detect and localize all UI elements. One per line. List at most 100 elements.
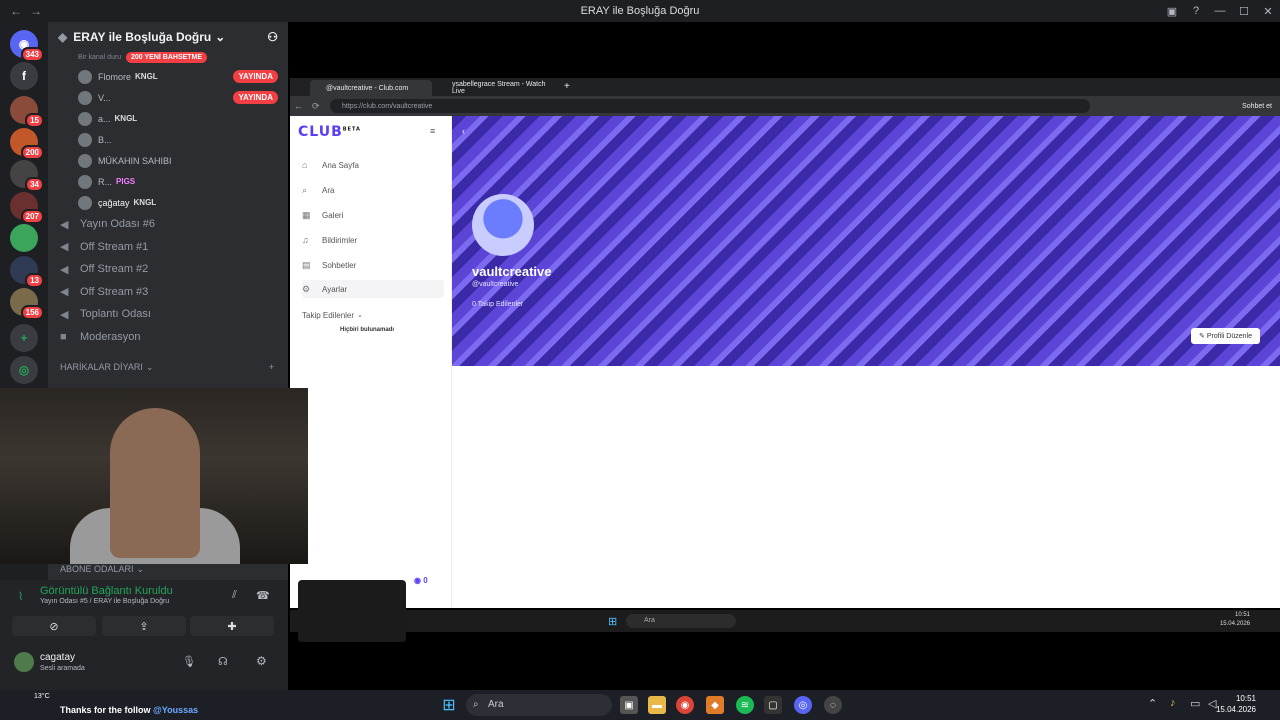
speaker-icon: ◀: [60, 286, 69, 299]
voice-location[interactable]: Yayın Odası #5 / ERAY ile Boşluğa Doğru: [40, 598, 169, 605]
locked-channel[interactable]: ■ Moderasyon: [48, 326, 288, 349]
edit-profile-button[interactable]: ✎ Profili Düzenle: [1191, 328, 1260, 344]
f-server-icon[interactable]: f: [10, 62, 38, 90]
server-icon[interactable]: 200: [10, 128, 44, 160]
app-icon[interactable]: ▢: [764, 696, 782, 714]
server-header[interactable]: ◆ ERAY ile Boşluğa Doğru ⌄ ⚇: [48, 22, 288, 52]
voice-user[interactable]: V... YAYINDA: [48, 87, 288, 108]
help-icon[interactable]: ?: [1184, 5, 1208, 17]
server-icon[interactable]: 34: [10, 160, 44, 192]
voice-user[interactable]: B...: [48, 129, 288, 150]
profile-following[interactable]: 0 Takip Edilenler: [472, 301, 523, 308]
mic-tray-icon[interactable]: ♪: [1170, 697, 1176, 709]
discord-icon[interactable]: ◎: [794, 696, 812, 714]
collapse-icon[interactable]: ‹: [462, 126, 465, 136]
voice-user[interactable]: R... PIGS: [48, 171, 288, 192]
camera-off-button[interactable]: ⊘: [12, 616, 96, 636]
headphones-icon[interactable]: ☊: [218, 655, 228, 668]
nav-gallery[interactable]: ▦ Galeri: [302, 206, 343, 224]
new-tab-icon[interactable]: +: [564, 81, 570, 92]
spotify-icon[interactable]: ≋: [736, 696, 754, 714]
clock-time[interactable]: 10:51: [1236, 694, 1256, 703]
minimize-button[interactable]: —: [1208, 5, 1232, 17]
task-view-icon[interactable]: ▣: [620, 696, 638, 714]
voice-user[interactable]: a... KNGL: [48, 108, 288, 129]
chrome-icon[interactable]: ◉: [676, 696, 694, 714]
weather-temp[interactable]: 13°C: [34, 693, 50, 700]
channel-hint: Bir kanal duru: [78, 54, 122, 61]
network-icon[interactable]: ▭: [1190, 697, 1200, 710]
voice-channel[interactable]: ◀ Off Stream #3: [48, 281, 288, 304]
inner-date: 15.04.2026: [1219, 621, 1250, 627]
webcam-overlay: [0, 388, 308, 564]
server-icon[interactable]: 156: [10, 288, 44, 320]
add-server-icon[interactable]: +: [10, 324, 38, 352]
url-field[interactable]: https://club.com/vaultcreative: [330, 99, 1090, 113]
browser-tab-club[interactable]: @vaultcreative - Club.com: [310, 80, 432, 96]
discover-icon[interactable]: ◎: [10, 356, 38, 384]
profile-handle: @vaultcreative: [472, 281, 519, 288]
chevron-down-icon: ⌄: [136, 563, 145, 574]
file-explorer-icon[interactable]: ▬: [648, 696, 666, 714]
chat-button[interactable]: Sohbet et: [1242, 103, 1272, 110]
nav-home[interactable]: ⌂ Ana Sayfa: [302, 156, 359, 174]
voice-channel[interactable]: ◀ Yayın Odası #6: [48, 213, 288, 236]
windows-taskbar: 13°C Thanks for the follow @Youssas ⊞ ⌕ A…: [0, 690, 1280, 720]
browser-tab-stream[interactable]: ysabellegrace Stream - Watch Live: [436, 80, 558, 96]
taskbar-search[interactable]: ⌕ Ara: [466, 694, 612, 716]
microphone-icon[interactable]: 🎙: [182, 655, 196, 668]
server-icon[interactable]: 13: [10, 256, 44, 288]
voice-user[interactable]: Flomore KNGL YAYINDA: [48, 66, 288, 87]
windows-start-icon[interactable]: ⊞: [440, 696, 458, 714]
tray-chevron-icon[interactable]: ⌃: [1148, 697, 1157, 710]
nav-notifications[interactable]: ♫ Bildirimler: [302, 231, 357, 249]
pencil-icon: ✎: [1199, 333, 1207, 340]
voice-channel[interactable]: ◀ Toplantı Odası: [48, 303, 288, 326]
back-icon[interactable]: ←: [294, 101, 303, 111]
window-title: ERAY ile Boşluğa Doğru: [580, 5, 700, 17]
voice-user[interactable]: MÜKAHIN SAHIBI: [48, 150, 288, 171]
nav-chats[interactable]: ▤ Sohbetler: [302, 256, 356, 274]
inner-search[interactable]: Ara: [626, 614, 736, 628]
category-header[interactable]: HARİKALAR DİYARI ⌄ +: [48, 356, 288, 379]
nav-search[interactable]: ⌕ Ara: [302, 181, 334, 199]
mention-badge[interactable]: 200 YENİ BAHSETME: [126, 52, 208, 63]
close-button[interactable]: ✕: [1256, 5, 1280, 18]
screen-share-button[interactable]: ⇪: [102, 616, 186, 636]
app-icon[interactable]: ◆: [706, 696, 724, 714]
user-status: Sesli aramada: [40, 665, 85, 672]
disconnect-icon[interactable]: ☎: [256, 589, 270, 602]
credit-chip[interactable]: ◉ 0: [414, 576, 428, 585]
club-sidebar: CLUBBETA ≡ ⌂ Ana Sayfa ⌕ Ara ▦ Galeri ♫ Bild…: [290, 116, 452, 608]
voice-user[interactable]: çağatay KNGL: [48, 192, 288, 213]
menu-icon[interactable]: ≡: [430, 126, 435, 136]
voice-status: Görüntülü Bağlantı Kuruldu: [40, 585, 173, 597]
voice-channel[interactable]: ◀ Off Stream #1: [48, 236, 288, 259]
noise-icon[interactable]: ⫽: [232, 589, 237, 602]
refresh-icon[interactable]: ⟳: [312, 101, 320, 112]
club-logo[interactable]: CLUBBETA: [298, 124, 361, 140]
gear-icon[interactable]: ⚙: [256, 654, 267, 668]
screen-icon[interactable]: ▣: [1160, 5, 1184, 18]
user-avatar[interactable]: [14, 652, 34, 672]
add-member-icon[interactable]: ⚇: [267, 30, 278, 44]
server-name: ERAY ile Boşluğa Doğru: [73, 30, 212, 44]
chevron-down-icon: ⌄: [215, 30, 226, 44]
clock-date[interactable]: 15.04.2026: [1216, 705, 1256, 714]
search-icon: ⌕: [473, 699, 479, 710]
server-icon[interactable]: 207: [10, 192, 44, 224]
app-icon[interactable]: ◌: [824, 696, 842, 714]
nav-settings[interactable]: ⚙ Ayarlar: [302, 280, 444, 298]
speaker-icon: ◀: [60, 241, 69, 254]
discord-home-icon[interactable]: ◉ 343: [10, 30, 44, 62]
windows-start-icon[interactable]: ⊞: [608, 615, 617, 628]
inner-taskbar: ⊞ Ara 10:51 15.04.2026: [290, 610, 1280, 632]
activities-button[interactable]: ✚: [190, 616, 274, 636]
maximize-button[interactable]: ☐: [1232, 5, 1256, 18]
add-channel-icon[interactable]: +: [269, 362, 274, 372]
server-icon[interactable]: 15: [10, 96, 44, 128]
server-icon[interactable]: [10, 224, 38, 252]
voice-channel[interactable]: ◀ Off Stream #2: [48, 258, 288, 281]
avatar: [78, 90, 92, 105]
lock-icon: ■: [60, 330, 67, 343]
